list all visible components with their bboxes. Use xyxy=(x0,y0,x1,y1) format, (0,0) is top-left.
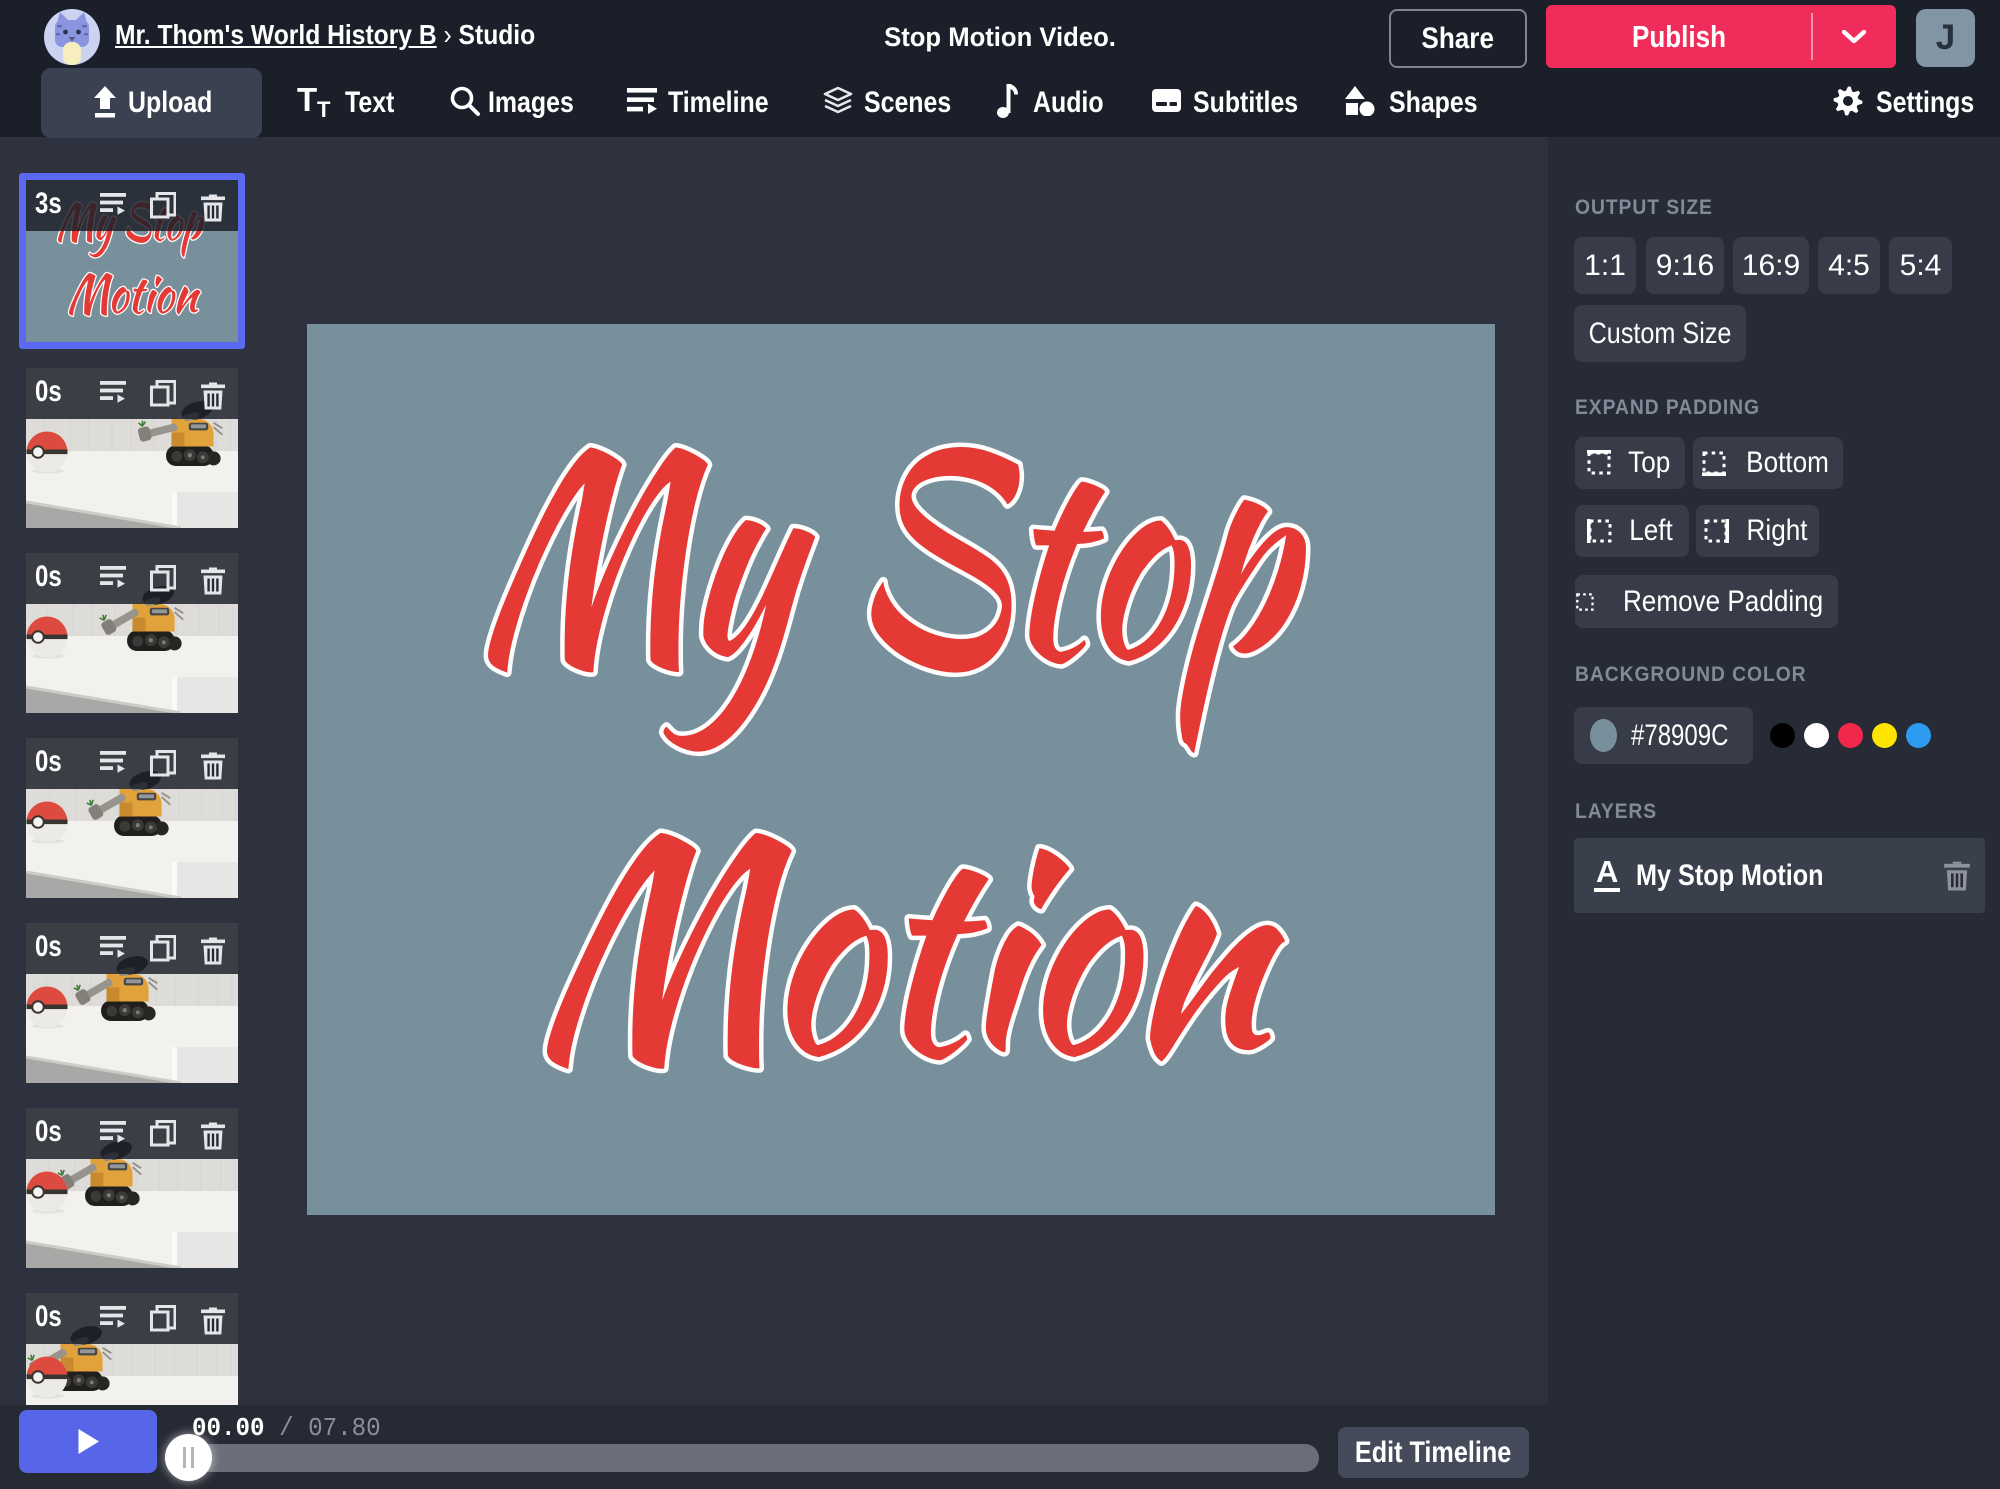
svg-text:T: T xyxy=(297,84,317,118)
svg-text:T: T xyxy=(317,97,331,118)
